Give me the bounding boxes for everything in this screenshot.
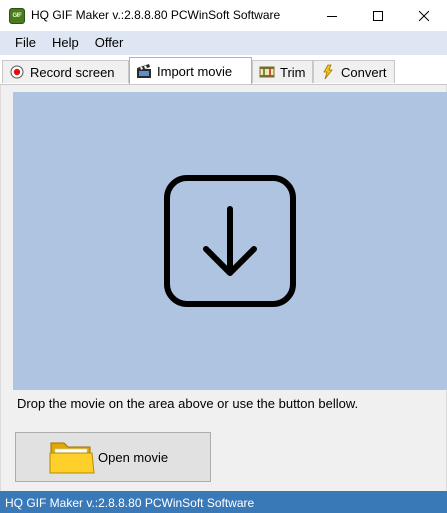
tab-record-screen[interactable]: Record screen <box>2 60 129 83</box>
film-icon <box>136 63 152 79</box>
tab-import-movie-label: Import movie <box>157 63 233 79</box>
open-movie-label: Open movie <box>98 449 169 465</box>
convert-icon <box>320 64 336 80</box>
record-icon <box>9 64 25 80</box>
close-button[interactable] <box>401 0 447 31</box>
drop-hint-text: Drop the movie on the area above or use … <box>17 396 359 411</box>
tab-import-movie[interactable]: Import movie <box>129 57 252 84</box>
status-text: HQ GIF Maker v.:2.8.8.80 PCWinSoft Softw… <box>5 496 255 510</box>
window-title: HQ GIF Maker v.:2.8.8.80 PCWinSoft Softw… <box>31 8 281 22</box>
tab-strip: Record screen Import movie Trim Convert <box>0 55 447 85</box>
menu-bar: File Help Offer <box>0 31 447 55</box>
app-icon: GIF <box>9 8 25 24</box>
tab-trim-label: Trim <box>280 64 306 80</box>
tab-convert[interactable]: Convert <box>313 60 395 83</box>
open-movie-button[interactable]: Open movie <box>15 432 211 482</box>
download-arrow-icon <box>164 175 296 307</box>
tab-record-screen-label: Record screen <box>30 64 115 80</box>
minimize-button[interactable] <box>309 0 355 31</box>
import-movie-panel: Drop the movie on the area above or use … <box>0 85 447 491</box>
menu-offer[interactable]: Offer <box>88 31 133 55</box>
status-bar: HQ GIF Maker v.:2.8.8.80 PCWinSoft Softw… <box>0 491 447 513</box>
tab-convert-label: Convert <box>341 64 387 80</box>
drop-area[interactable] <box>13 92 447 390</box>
menu-help[interactable]: Help <box>45 31 88 55</box>
folder-icon <box>49 442 95 474</box>
maximize-icon <box>373 10 383 21</box>
close-icon <box>419 10 429 21</box>
minimize-icon <box>327 15 337 17</box>
title-bar: GIF HQ GIF Maker v.:2.8.8.80 PCWinSoft S… <box>0 0 447 31</box>
trim-icon <box>259 64 275 80</box>
maximize-button[interactable] <box>355 0 401 31</box>
tab-trim[interactable]: Trim <box>252 60 313 83</box>
menu-file[interactable]: File <box>0 31 45 55</box>
